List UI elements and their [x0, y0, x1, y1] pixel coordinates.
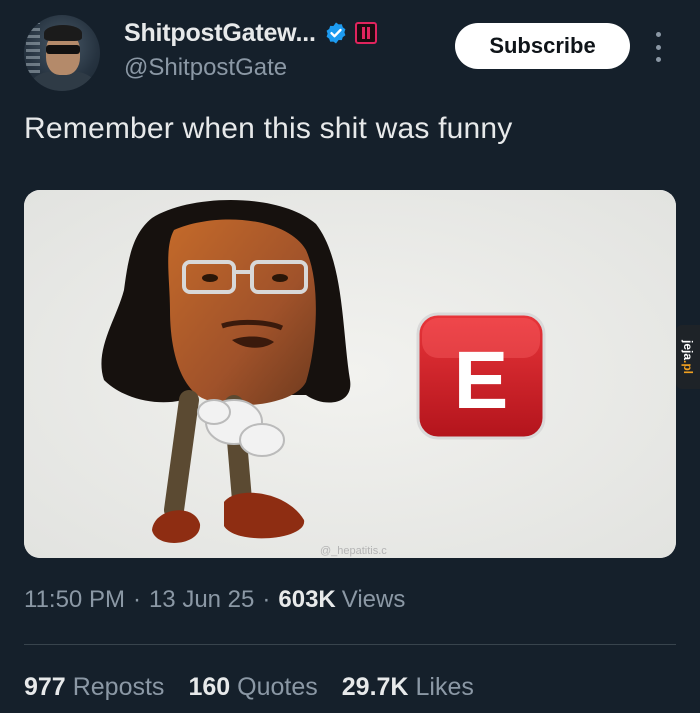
likes-count: 29.7K — [341, 673, 409, 701]
quotes-count: 160 — [188, 673, 231, 701]
views-count: 603K — [278, 586, 336, 613]
site-watermark-tab: jeja.pl — [676, 325, 700, 389]
tweet-time[interactable]: 11:50 PM — [24, 586, 125, 614]
more-options-icon[interactable] — [652, 32, 664, 62]
affiliate-badge-icon[interactable] — [354, 22, 377, 44]
tweet-media-image[interactable]: E @_hepatitis.c — [24, 190, 676, 558]
avatar-sunglasses — [46, 45, 80, 54]
reposts-stat[interactable]: 977 Reposts — [24, 673, 164, 702]
avatar-hair — [44, 25, 82, 41]
likes-label: Likes — [415, 673, 474, 701]
author-display-name[interactable]: ShitpostGatew... — [124, 19, 316, 48]
subscribe-button[interactable]: Subscribe — [455, 23, 630, 69]
meta-separator: · — [262, 586, 271, 613]
meme-illustration: E @_hepatitis.c — [24, 190, 676, 558]
quotes-label: Quotes — [237, 673, 318, 701]
tweet-date[interactable]: 13 Jun 25 — [149, 586, 254, 614]
likes-stat[interactable]: 29.7K Likes — [342, 673, 474, 702]
tweet-metadata: 11:50 PM · 13 Jun 25 · 603K Views — [24, 586, 405, 614]
media-watermark: @_hepatitis.c — [320, 545, 387, 557]
quotes-stat[interactable]: 160 Quotes — [188, 673, 317, 702]
reposts-label: Reposts — [72, 673, 165, 701]
meta-separator: · — [132, 586, 141, 613]
emoji-e-letter: E — [454, 335, 509, 426]
avatar-background-pattern — [26, 23, 40, 73]
divider — [24, 644, 676, 645]
author-handle[interactable]: @ShitpostGate — [124, 54, 287, 82]
author-name-row[interactable]: ShitpostGatew... — [124, 16, 377, 50]
tweet-view: ShitpostGatew... @ShitpostGate Subscribe… — [0, 0, 700, 713]
views-label: Views — [341, 586, 406, 613]
verified-badge-icon — [324, 21, 348, 45]
character-head — [168, 219, 316, 406]
tweet-text: Remember when this shit was funny — [24, 112, 513, 145]
avatar[interactable] — [24, 15, 100, 91]
reposts-count: 977 — [24, 673, 66, 701]
engagement-stats: 977 Reposts 160 Quotes 29.7K Likes — [24, 673, 498, 702]
site-watermark-label: jeja.pl — [681, 339, 696, 375]
